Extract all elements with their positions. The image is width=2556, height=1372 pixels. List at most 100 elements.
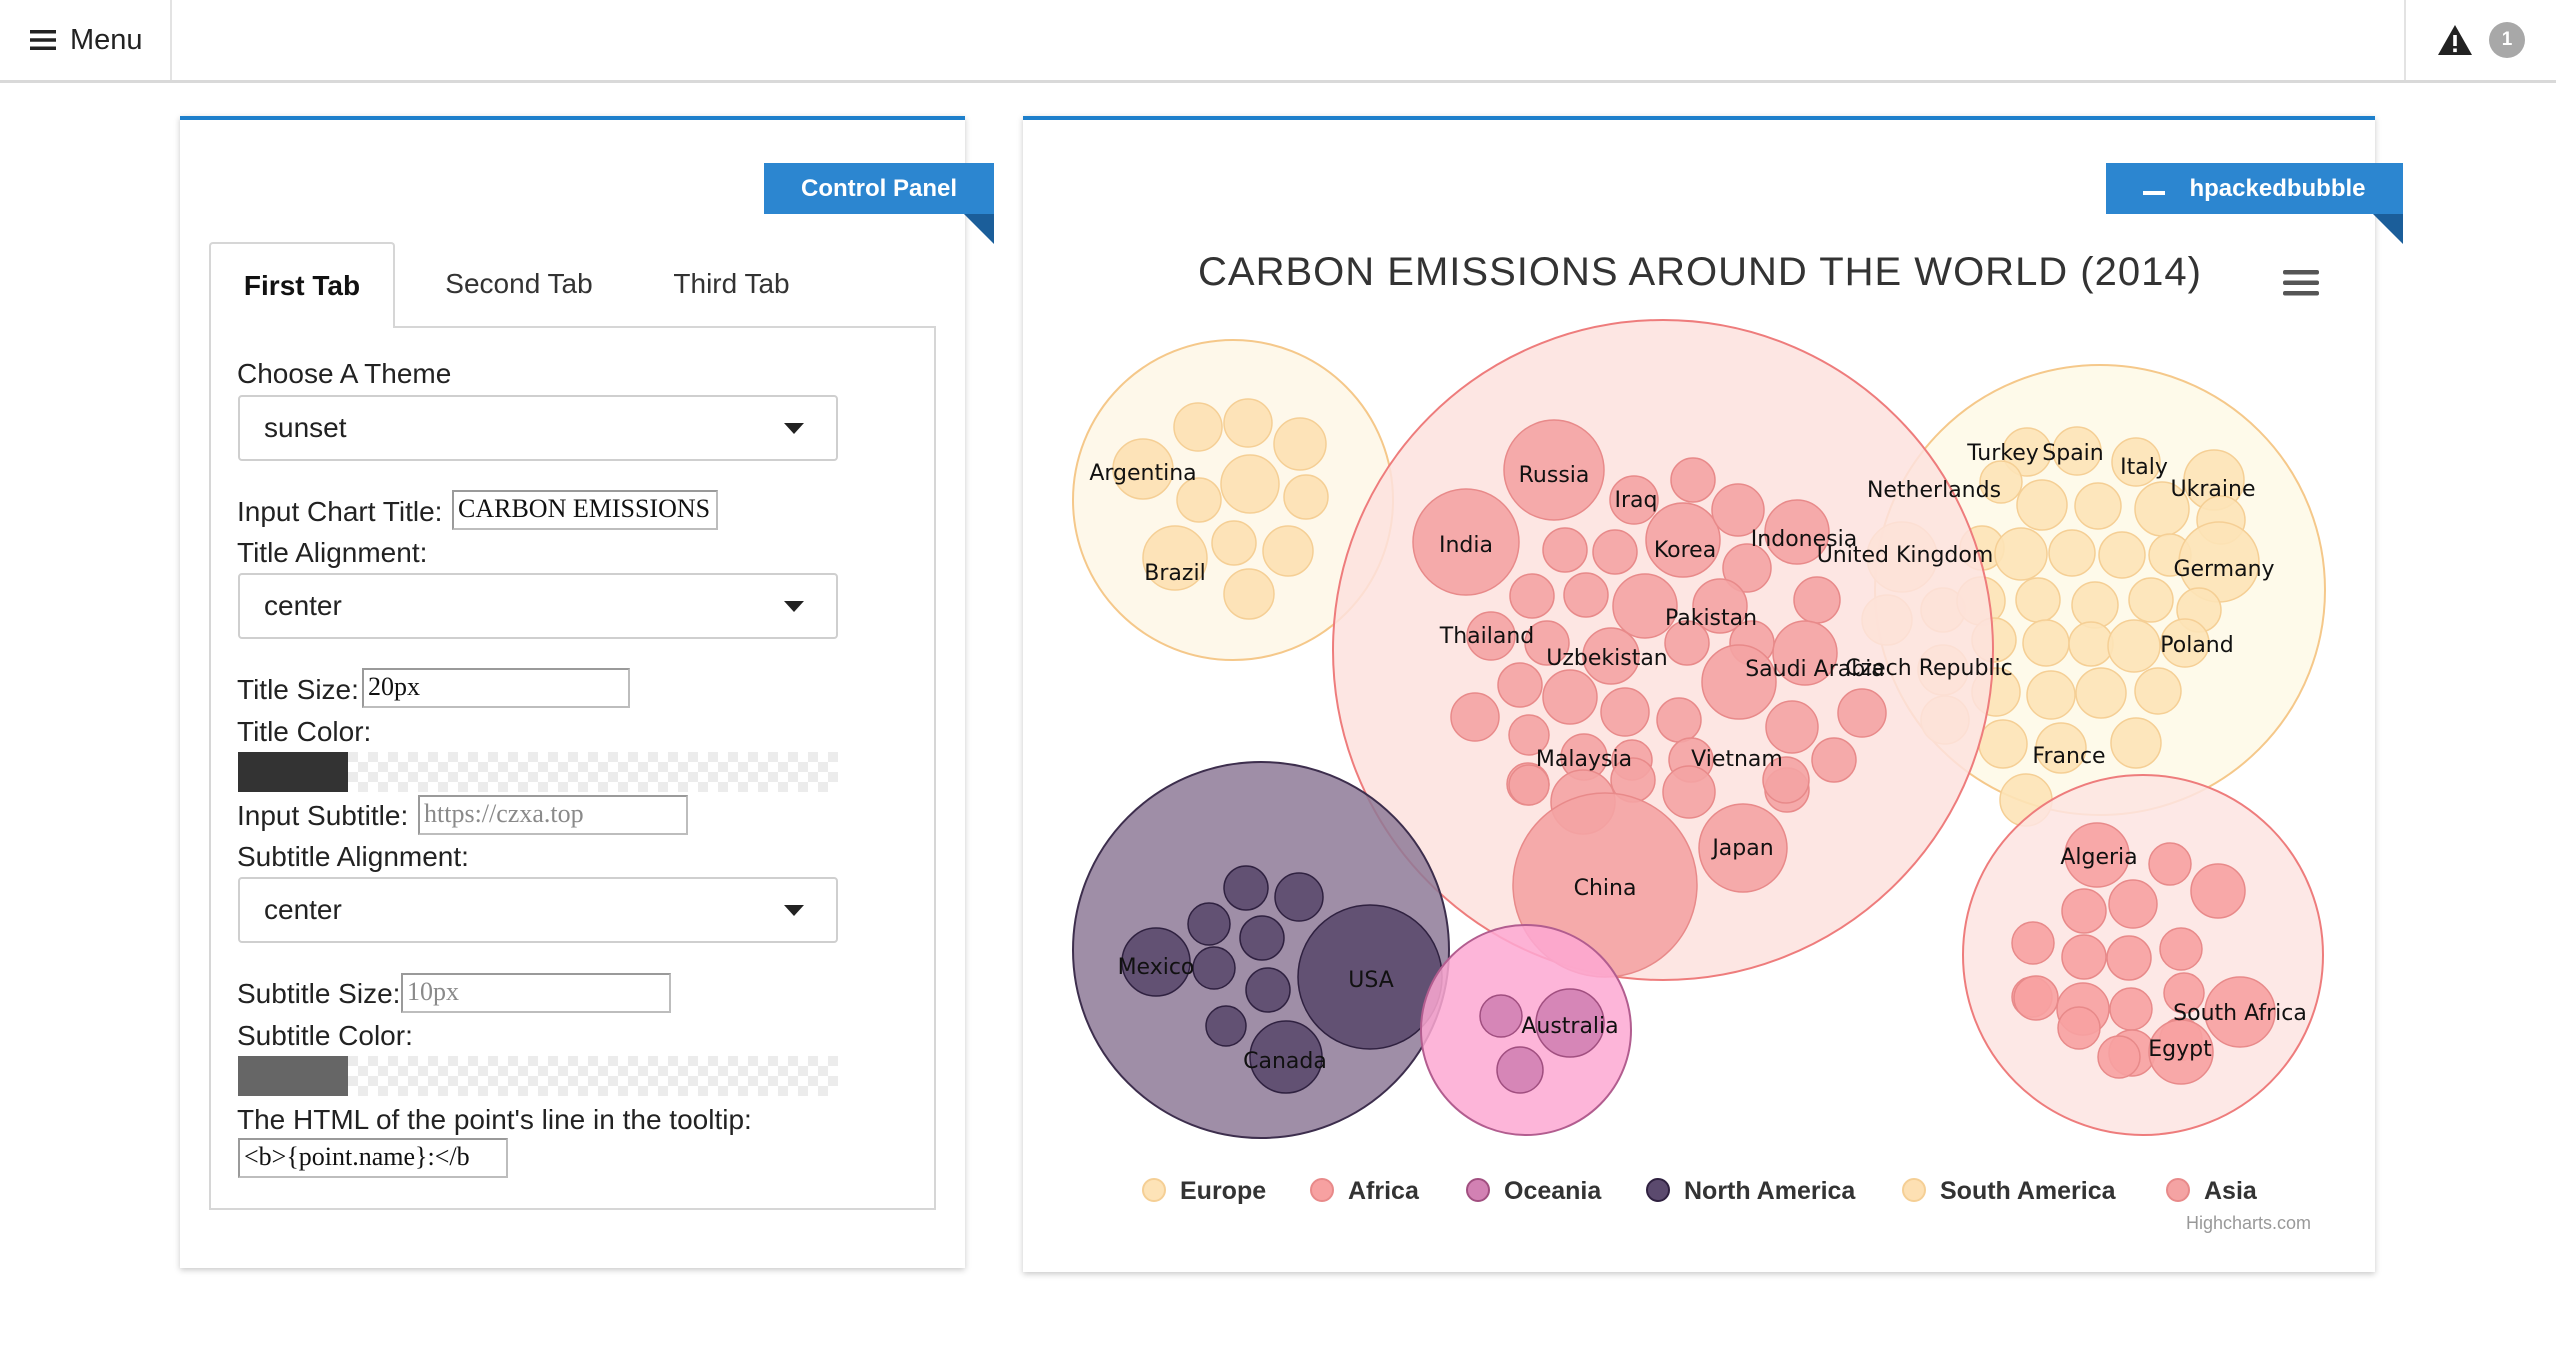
bubble-label-netherlands: Netherlands	[1867, 478, 2001, 503]
tab-second[interactable]: Second Tab	[409, 242, 629, 326]
bubble-north-america[interactable]	[1192, 946, 1236, 990]
legend-item-asia[interactable]: Asia	[2166, 1177, 2258, 1205]
bubble-south-america[interactable]	[1223, 398, 1273, 448]
bubble-europe[interactable]	[2074, 482, 2122, 530]
bubble-africa[interactable]	[2061, 888, 2107, 934]
bubble-asia[interactable]	[1542, 669, 1598, 725]
bubble-south-america[interactable]	[1211, 520, 1257, 566]
tooltip-html-input[interactable]: <b>{point.name}:</b	[238, 1138, 508, 1178]
bubble-north-america[interactable]	[1187, 902, 1231, 946]
bubble-label-india: India	[1439, 533, 1493, 558]
legend-marker	[1142, 1178, 1166, 1202]
theme-select[interactable]: sunset	[238, 395, 838, 461]
subtitle-color-picker[interactable]	[238, 1056, 838, 1096]
bubble-asia[interactable]	[1600, 687, 1650, 737]
bubble-asia[interactable]	[1811, 737, 1857, 783]
bubble-north-america[interactable]	[1274, 872, 1324, 922]
bubble-label-france: France	[2032, 744, 2105, 769]
bubble-africa[interactable]	[2106, 935, 2152, 981]
bubble-label-mexico: Mexico	[1118, 955, 1195, 980]
bubble-africa[interactable]	[2190, 863, 2246, 919]
bubble-africa[interactable]	[2109, 987, 2153, 1031]
bubble-oceania[interactable]	[1496, 1046, 1544, 1094]
tab-third[interactable]: Third Tab	[629, 242, 834, 326]
bubble-asia[interactable]	[1656, 697, 1702, 743]
bubble-south-america[interactable]	[1262, 525, 1314, 577]
bubble-north-america[interactable]	[1223, 865, 1269, 911]
bubble-south-america[interactable]	[1220, 454, 1280, 514]
bubble-south-america[interactable]	[1283, 474, 1329, 520]
bubble-asia[interactable]	[1670, 457, 1716, 503]
bubble-europe[interactable]	[2071, 581, 2119, 629]
subtitle-alignment-select[interactable]: center	[238, 877, 838, 943]
bubble-label-czech-republic: Czech Republic	[1845, 656, 2013, 681]
bubble-south-america[interactable]	[1273, 417, 1327, 471]
bubble-europe[interactable]	[2128, 577, 2174, 623]
bubble-europe[interactable]	[2110, 717, 2162, 769]
legend-label: Asia	[2204, 1177, 2258, 1205]
bubble-south-america[interactable]	[1173, 402, 1223, 452]
bubble-africa[interactable]	[2097, 1035, 2141, 1079]
chart-ribbon[interactable]: hpackedbubble	[2106, 163, 2403, 244]
bubble-europe[interactable]	[2068, 621, 2114, 667]
chart-title-input[interactable]: CARBON EMISSIONS	[452, 490, 718, 530]
subtitle-label: Input Subtitle:	[237, 800, 409, 831]
bubble-africa[interactable]	[2011, 921, 2055, 965]
bubble-europe[interactable]	[2015, 577, 2061, 623]
bubble-label-australia: Australia	[1521, 1014, 1618, 1039]
bubble-europe[interactable]	[1978, 719, 2028, 769]
bubble-africa[interactable]	[2013, 975, 2059, 1021]
bubble-africa[interactable]	[2108, 879, 2158, 929]
bubble-asia[interactable]	[1592, 529, 1638, 575]
title-size-input[interactable]: 20px	[362, 668, 630, 708]
bubble-europe[interactable]	[2075, 667, 2127, 719]
bubble-label-japan: Japan	[1710, 836, 1773, 861]
bubble-asia[interactable]	[1662, 765, 1716, 819]
bubble-europe[interactable]	[2022, 619, 2070, 667]
subtitle-size-input[interactable]: 10px	[401, 973, 671, 1013]
bubble-africa[interactable]	[2057, 1006, 2101, 1050]
bubble-asia[interactable]	[1497, 662, 1543, 708]
subtitle-input[interactable]: https://czxa.top	[418, 795, 688, 835]
legend-item-north-america[interactable]: North America	[1646, 1177, 1856, 1205]
bubble-asia[interactable]	[1765, 700, 1819, 754]
title-alignment-value: center	[264, 590, 342, 621]
bubble-europe[interactable]	[2048, 529, 2096, 577]
bubble-north-america[interactable]	[1205, 1005, 1247, 1047]
legend-item-oceania[interactable]: Oceania	[1466, 1177, 1602, 1205]
bubble-asia[interactable]	[1837, 688, 1887, 738]
title-alignment-select[interactable]: center	[238, 573, 838, 639]
legend-item-europe[interactable]: Europe	[1142, 1177, 1266, 1205]
bubble-europe[interactable]	[2016, 479, 2068, 531]
bubble-africa[interactable]	[2148, 842, 2192, 886]
legend-item-africa[interactable]: Africa	[1310, 1177, 1420, 1205]
bubble-oceania[interactable]	[1479, 994, 1523, 1038]
notifications-button[interactable]: 1	[2404, 0, 2556, 80]
bubble-label-south-africa: South Africa	[2173, 1001, 2307, 1026]
title-color-picker[interactable]	[238, 752, 838, 792]
bubble-north-america[interactable]	[1239, 915, 1285, 961]
bubble-asia[interactable]	[1450, 692, 1500, 742]
tab-first[interactable]: First Tab	[209, 242, 395, 328]
bubble-asia[interactable]	[1563, 572, 1609, 618]
bubble-europe[interactable]	[1994, 527, 2048, 581]
legend-item-south-america[interactable]: South America	[1902, 1177, 2117, 1205]
bubble-europe[interactable]	[2107, 619, 2161, 673]
bubble-asia[interactable]	[1542, 527, 1588, 573]
bubble-label-germany: Germany	[2173, 557, 2274, 582]
bubble-south-america[interactable]	[1223, 568, 1275, 620]
bubble-africa[interactable]	[2159, 927, 2203, 971]
bubble-label-malaysia: Malaysia	[1536, 747, 1632, 772]
bubble-label-canada: Canada	[1243, 1049, 1327, 1074]
bubble-europe[interactable]	[2098, 531, 2146, 579]
bubble-africa[interactable]	[2061, 934, 2107, 980]
bubble-label-russia: Russia	[1519, 463, 1590, 488]
subtitle-alignment-value: center	[264, 894, 342, 925]
bubble-europe[interactable]	[2026, 670, 2076, 720]
menu-button[interactable]: Menu	[0, 0, 172, 80]
bubble-europe[interactable]	[2134, 667, 2182, 715]
bubble-asia[interactable]	[1509, 573, 1555, 619]
legend-marker	[1466, 1178, 1490, 1202]
bubble-north-america[interactable]	[1245, 967, 1291, 1013]
bubble-asia[interactable]	[1793, 576, 1841, 624]
